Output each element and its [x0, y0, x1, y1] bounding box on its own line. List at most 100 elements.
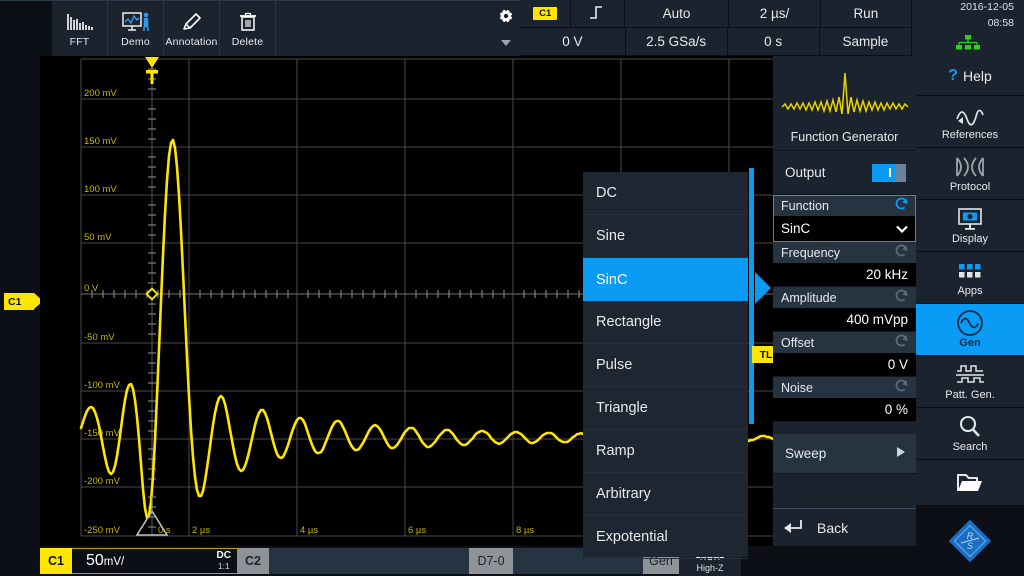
- acq-mode-cell[interactable]: Sample: [820, 28, 912, 56]
- help-label: Help: [963, 68, 992, 84]
- sidebar-item-pattern-gen[interactable]: Patt. Gen.: [916, 356, 1024, 408]
- sinc-preview-icon: [780, 67, 910, 130]
- function-option-sinc[interactable]: SinC: [583, 258, 748, 301]
- toolbar-buttons: FFT Demo: [0, 0, 520, 56]
- function-dropdown-list[interactable]: DC Sine SinC Rectangle Pulse Triangle Ra…: [583, 172, 748, 557]
- bottombar-left-pad: [0, 546, 40, 576]
- offset-field[interactable]: Offset 0 V: [773, 332, 916, 377]
- frequency-value[interactable]: 20 kHz: [773, 263, 916, 286]
- help-button[interactable]: ? Help: [916, 56, 1024, 96]
- trigger-source-chip: C1: [533, 7, 557, 21]
- back-button[interactable]: Back: [773, 508, 916, 546]
- x-label: 2 µs: [192, 525, 210, 536]
- reset-icon[interactable]: [894, 243, 909, 263]
- digital-chip[interactable]: D7-0: [469, 548, 513, 574]
- timebase-cell[interactable]: 2 µs/: [729, 0, 820, 28]
- reset-icon[interactable]: [894, 196, 909, 216]
- output-toggle-switch[interactable]: [872, 164, 906, 182]
- function-option-exponential[interactable]: Expotential: [583, 516, 748, 559]
- gear-icon: [497, 7, 515, 30]
- time-label: 08:58: [912, 17, 1024, 30]
- amplitude-field-label: Amplitude: [781, 291, 837, 305]
- y-label: -100 mV: [84, 380, 121, 391]
- delete-label: Delete: [232, 36, 264, 48]
- status-bar: C1 Auto 2 µs/ Run 0 V 2.5: [520, 0, 1024, 56]
- x-label: 6 µs: [408, 525, 426, 536]
- function-field[interactable]: Function SinC: [773, 195, 916, 242]
- noise-field[interactable]: Noise 0 %: [773, 377, 916, 422]
- slope-icon: [588, 3, 608, 24]
- svg-text:S: S: [967, 541, 973, 551]
- acq-state-cell[interactable]: Run: [821, 0, 912, 28]
- chevron-down-icon[interactable]: [896, 221, 908, 236]
- trigger-level-marker[interactable]: TL: [752, 346, 773, 363]
- function-select[interactable]: SinC: [773, 216, 916, 241]
- channel1-scale: 50mV/: [86, 552, 124, 570]
- sample-rate-cell[interactable]: 2.5 GSa/s: [626, 28, 728, 56]
- function-field-header: Function: [773, 195, 916, 216]
- fft-button[interactable]: FFT: [52, 1, 108, 56]
- offset-value[interactable]: 0 V: [773, 353, 916, 376]
- delete-button[interactable]: Delete: [220, 1, 276, 56]
- noise-field-label: Noise: [781, 381, 813, 395]
- chevron-right-icon: [896, 446, 906, 461]
- noise-value[interactable]: 0 %: [773, 398, 916, 421]
- channel1-chip[interactable]: C1: [40, 548, 72, 574]
- function-generator-panel: Function Generator Output Function SinC: [773, 56, 916, 546]
- reset-icon[interactable]: [894, 288, 909, 308]
- top-toolbar: FFT Demo: [0, 0, 1024, 56]
- trigger-slope-cell[interactable]: [571, 0, 624, 28]
- function-option-dc[interactable]: DC: [583, 172, 748, 215]
- function-option-triangle[interactable]: Triangle: [583, 387, 748, 430]
- annotation-button[interactable]: Annotation: [164, 1, 220, 56]
- function-option-pulse[interactable]: Pulse: [583, 344, 748, 387]
- reset-icon[interactable]: [894, 378, 909, 398]
- panel-gap: [773, 422, 916, 434]
- channel1-position-marker[interactable]: C1: [4, 293, 34, 310]
- sidebar-item-search[interactable]: Search: [916, 408, 1024, 460]
- trigger-source-cell[interactable]: C1: [520, 0, 571, 28]
- sine-circle-icon: [955, 311, 985, 336]
- clock-and-network: 2016-12-05 08:58: [912, 0, 1024, 56]
- trigger-mode-cell[interactable]: Auto: [625, 0, 730, 28]
- sidebar-item-apps[interactable]: Apps: [916, 252, 1024, 304]
- sweep-menu-item[interactable]: Sweep: [773, 434, 916, 474]
- function-option-sine[interactable]: Sine: [583, 215, 748, 258]
- time-offset-cell[interactable]: 0 s: [728, 28, 820, 56]
- references-icon: [954, 103, 986, 128]
- toolbar-settings-button[interactable]: [492, 1, 520, 57]
- trigger-level-cell[interactable]: 0 V: [520, 28, 626, 56]
- question-mark-icon: ?: [948, 67, 958, 85]
- status-row-top: C1 Auto 2 µs/ Run: [520, 0, 912, 28]
- noise-field-header: Noise: [773, 377, 916, 398]
- channel2-chip[interactable]: C2: [237, 548, 269, 574]
- y-label: 0 V: [84, 283, 99, 294]
- gen-impedance-label: High-Z: [696, 563, 723, 573]
- sidebar-item-gen[interactable]: Gen: [916, 304, 1024, 356]
- amplitude-field[interactable]: Amplitude 400 mVpp: [773, 287, 916, 332]
- amplitude-value[interactable]: 400 mVpp: [773, 308, 916, 331]
- reset-icon[interactable]: [894, 333, 909, 353]
- function-option-arbitrary[interactable]: Arbitrary: [583, 473, 748, 516]
- fft-label: FFT: [70, 36, 90, 48]
- sidebar-item-file[interactable]: [916, 460, 1024, 506]
- pencil-icon: [180, 9, 204, 35]
- function-option-rectangle[interactable]: Rectangle: [583, 301, 748, 344]
- channel1-probe-ratio: 1:1: [218, 562, 230, 572]
- output-label: Output: [785, 165, 826, 180]
- back-arrow-icon: [783, 517, 803, 538]
- function-option-ramp[interactable]: Ramp: [583, 430, 748, 473]
- channel1-settings[interactable]: 50mV/ DC 1:1: [72, 548, 237, 574]
- pattern-gen-label: Patt. Gen.: [945, 389, 995, 401]
- output-toggle-row[interactable]: Output: [773, 151, 916, 195]
- status-row-bottom: 0 V 2.5 GSa/s 0 s Sample: [520, 28, 912, 56]
- demo-button[interactable]: Demo: [108, 1, 164, 56]
- frequency-field[interactable]: Frequency 20 kHz: [773, 242, 916, 287]
- apps-icon: [957, 259, 983, 284]
- offset-field-header: Offset: [773, 332, 916, 353]
- sidebar-item-display[interactable]: Display: [916, 200, 1024, 252]
- channel2-settings[interactable]: [269, 548, 469, 574]
- sidebar-item-protocol[interactable]: Protocol: [916, 148, 1024, 200]
- sidebar-item-references[interactable]: References: [916, 96, 1024, 148]
- panel-filler: [773, 474, 916, 508]
